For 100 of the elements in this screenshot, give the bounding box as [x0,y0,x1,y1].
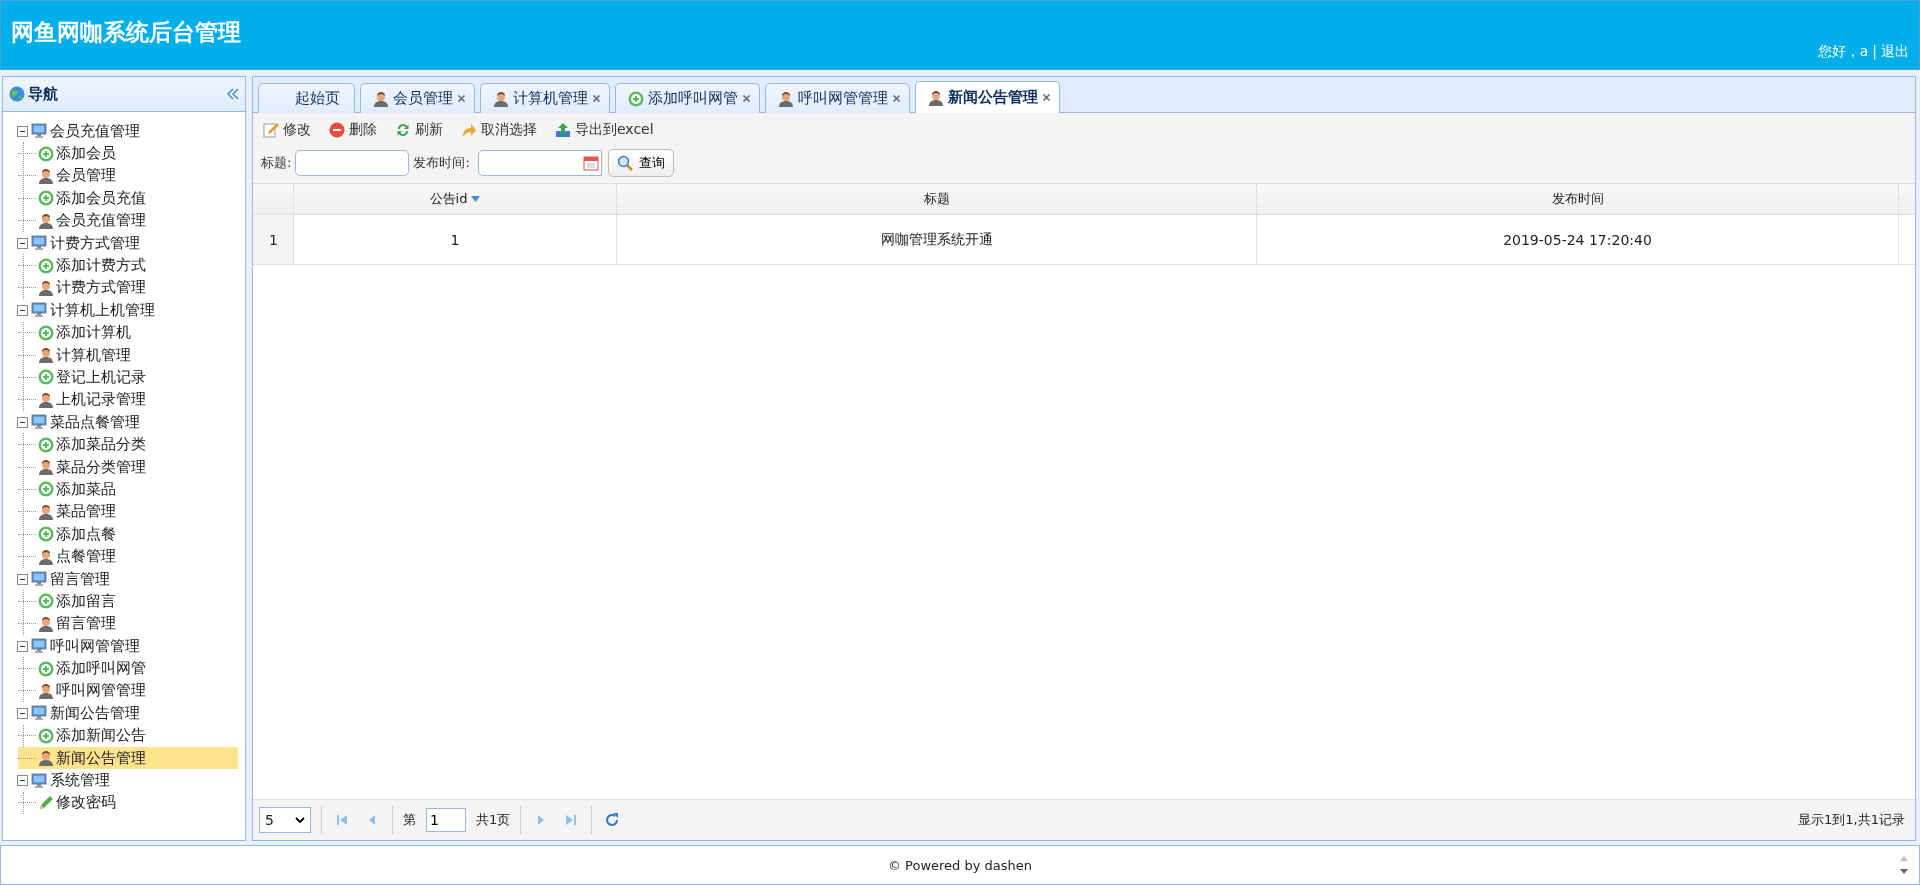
user-icon [38,279,54,296]
date-input[interactable] [477,150,602,176]
search-icon [616,155,633,171]
tab[interactable]: 添加呼叫网管 [615,83,760,113]
tab[interactable]: 呼叫网管管理 [765,83,910,113]
tree-item[interactable]: 添加会员 [18,142,238,165]
collapse-toggle-icon[interactable] [17,707,28,719]
tree-group-label[interactable]: 新闻公告管理 [50,703,140,723]
user-icon [928,89,944,106]
close-icon[interactable] [892,94,901,103]
monitor-icon [31,571,47,587]
page-input[interactable]: 1 [426,808,466,832]
toolbar-button[interactable]: 刷新 [393,119,445,141]
tree-group-label[interactable]: 呼叫网管管理 [50,636,140,656]
column-header[interactable]: 公告id [429,190,468,208]
calendar-icon[interactable] [582,155,599,171]
tab[interactable]: 会员管理 [360,83,475,113]
tree-group-label[interactable]: 系统管理 [50,771,110,790]
field-label: 标题: [261,154,292,172]
user-icon [38,459,54,476]
monitor-icon [31,705,47,722]
column-header[interactable]: 发布时间 [1551,190,1604,208]
chevron-down-icon [295,816,305,824]
plus-circle-icon [38,257,54,274]
collapse-toggle-icon[interactable] [17,640,28,652]
separator-text: | [1872,43,1877,61]
tree-item[interactable]: 添加呼叫网管 [18,657,238,680]
record-summary: 显示1到1,共1记录 [1798,811,1906,829]
tree-item[interactable]: 添加菜品 [18,478,238,501]
collapse-toggle-icon[interactable] [17,573,28,585]
toolbar-button[interactable]: 删除 [327,119,379,141]
tree-item[interactable]: 计算机管理 [18,343,238,367]
tree-group-label[interactable]: 计算机上机管理 [50,300,155,320]
collapse-toggle-icon[interactable] [17,416,28,428]
tree-item[interactable]: 菜品分类管理 [18,455,238,479]
plus-circle-icon [38,526,54,543]
tree-item[interactable]: 点餐管理 [18,545,238,568]
tree-item[interactable]: 添加菜品分类 [18,433,238,456]
tree-item[interactable]: 添加会员充值 [18,187,238,210]
toolbar-button[interactable]: 导出到excel [553,119,656,141]
tree-item[interactable]: 新闻公告管理 [18,746,238,770]
tree-group-label[interactable]: 留言管理 [50,569,110,589]
tab[interactable]: 起始页 [258,83,355,113]
greeting-text: 您好，a [1817,43,1869,61]
plus-circle-icon [38,727,54,744]
page-size-select[interactable]: 5 [259,807,311,833]
toolbar-button[interactable]: 取消选择 [459,119,539,141]
user-icon [38,212,54,229]
column-header[interactable]: 标题 [923,190,950,208]
user-icon [38,750,54,767]
tree-item[interactable]: 会员充值管理 [18,209,238,232]
tree-item[interactable]: 菜品管理 [18,500,238,524]
tree-item[interactable]: 上机记录管理 [18,388,238,412]
tree-item[interactable]: 添加留言 [18,590,238,613]
tree-item[interactable]: 添加点餐 [18,523,238,546]
close-icon[interactable] [457,94,466,103]
tree-item[interactable]: 添加计算机 [18,321,238,344]
search-button[interactable]: 查询 [607,149,674,177]
user-icon [493,90,509,107]
footer-text: © Powered by dashen [887,857,1033,873]
tree-group-label[interactable]: 菜品点餐管理 [50,412,140,432]
tab[interactable]: 计算机管理 [480,83,610,113]
plus-circle-icon [38,145,54,162]
collapse-toggle-icon[interactable] [17,775,28,786]
close-icon[interactable] [742,94,751,103]
tree-item[interactable]: 登记上机记录 [18,366,238,389]
tree-item[interactable]: 留言管理 [18,612,238,635]
close-icon[interactable] [1042,93,1051,102]
pencil-icon [38,794,54,811]
user-icon [38,615,54,632]
tree-item[interactable]: 计费方式管理 [18,276,238,300]
tree-item[interactable]: 修改密码 [18,791,238,815]
tree-item[interactable]: 呼叫网管管理 [18,679,238,703]
tree-item[interactable]: 添加新闻公告 [18,724,238,747]
collapse-toggle-icon[interactable] [17,237,28,249]
tab[interactable]: 新闻公告管理 [915,81,1060,113]
row-number: 1 [269,231,278,248]
toolbar-button[interactable]: 修改 [261,119,313,141]
collapse-toggle-icon[interactable] [17,125,28,137]
collapse-icon[interactable] [227,88,239,100]
tree-item[interactable]: 会员管理 [18,164,238,188]
app-title: 网鱼网咖系统后台管理 [11,18,241,47]
field-label: 发布时间: [413,154,470,172]
table-cell: 1 [450,231,460,248]
user-icon [38,548,54,565]
user-icon [38,167,54,184]
monitor-icon [31,123,47,140]
plus-circle-icon [38,436,54,453]
monitor-icon [31,772,47,789]
close-icon[interactable] [592,94,601,103]
title-input[interactable] [295,150,410,176]
tree-group-label[interactable]: 会员充值管理 [50,121,140,141]
collapse-toggle-icon[interactable] [17,304,28,316]
arrow-icon [461,122,477,138]
plus-circle-icon [38,481,54,498]
user-icon [373,90,389,107]
tree-item[interactable]: 添加计费方式 [18,254,238,277]
globe-icon [9,86,25,102]
plus-circle-icon [38,660,54,677]
tree-group-label[interactable]: 计费方式管理 [50,233,140,253]
